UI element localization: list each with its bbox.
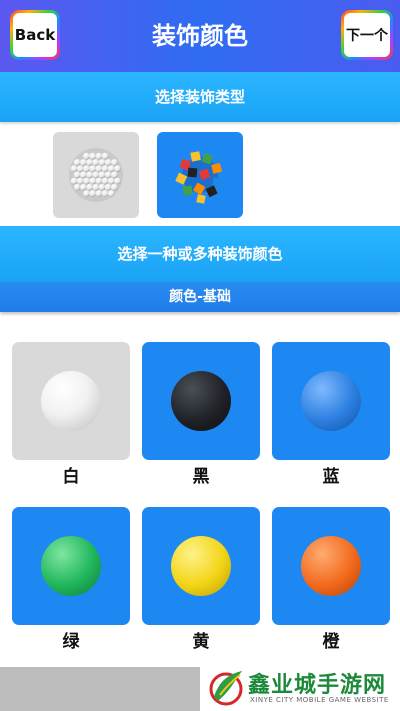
next-button[interactable]: 下一个 <box>341 10 393 60</box>
orange-ball-icon <box>301 536 361 596</box>
color-tile-yellow[interactable] <box>142 507 260 625</box>
color-tile-black[interactable] <box>142 342 260 460</box>
watermark-title: 鑫业城手游网 <box>248 673 387 698</box>
color-tile-blue[interactable] <box>272 342 390 460</box>
color-label-orange: 橙 <box>322 632 340 652</box>
watermark-logo-icon <box>209 671 243 706</box>
color-tile-white[interactable] <box>12 342 130 460</box>
color-label-green: 绿 <box>62 632 80 652</box>
decoration-type-pearl[interactable] <box>53 132 139 218</box>
pearl-ball-icon <box>69 148 123 202</box>
watermark-subtitle: XINYE CITY MOBILE GAME WEBSITE <box>250 696 389 704</box>
page-title: 装饰颜色 <box>152 22 248 50</box>
decoration-type-header: 选择装饰类型 <box>0 72 400 122</box>
color-tile-green[interactable] <box>12 507 130 625</box>
watermark: 鑫业城手游网 XINYE CITY MOBILE GAME WEBSITE <box>200 661 400 711</box>
color-label-yellow: 黄 <box>192 632 210 652</box>
back-button[interactable]: Back <box>10 10 60 60</box>
green-ball-icon <box>41 536 101 596</box>
color-label-blue: 蓝 <box>322 467 340 487</box>
next-button-label: 下一个 <box>344 13 390 57</box>
color-label-black: 黑 <box>192 467 210 487</box>
blue-ball-icon <box>301 371 361 431</box>
color-label-white: 白 <box>62 467 80 487</box>
next-row-tile-partial[interactable] <box>0 667 200 711</box>
back-button-label: Back <box>13 13 57 57</box>
black-ball-icon <box>171 371 231 431</box>
white-ball-icon <box>41 371 101 431</box>
cube-cluster-icon <box>175 151 223 204</box>
yellow-ball-icon <box>171 536 231 596</box>
decoration-type-cubes[interactable] <box>157 132 243 218</box>
color-tile-orange[interactable] <box>272 507 390 625</box>
decoration-color-header: 选择一种或多种装饰颜色 <box>0 226 400 282</box>
color-category-header: 颜色-基础 <box>0 282 400 312</box>
